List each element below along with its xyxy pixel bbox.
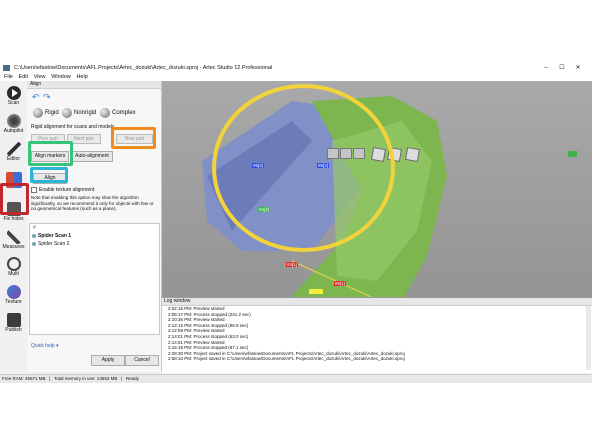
tool-editor-label: Editor [6,156,21,162]
mode-complex[interactable]: Complex [100,108,136,118]
align-subtitle: Rigid alignment for scans and models [31,124,115,130]
align-panel: Align ↶ ↷ Rigid Nonrigid Complex Rigid a… [27,81,162,372]
log-scrollbar[interactable] [586,306,591,370]
status-divider: | [121,376,123,381]
list-header: # [33,225,36,231]
tool-multi-label: Multi [8,271,19,277]
autopilot-icon [6,114,21,128]
menu-edit[interactable]: Edit [19,73,28,81]
tool-publish-label: Publish [5,327,22,333]
menu-help[interactable]: Help [76,73,87,81]
ready-text: Ready [125,376,139,381]
list-item-spider-scan-2[interactable]: Spider Scan 2 [30,240,159,248]
list-item-spider-scan-1[interactable]: Spider Scan 1 [30,232,159,240]
tool-autopilot-label: Autopilot [3,128,24,134]
redo-icon[interactable]: ↷ [43,92,51,103]
tool-fixholes-label: Fix holes [3,216,24,222]
brush-icon [6,142,21,156]
menu-bar: File Edit View Window Help [0,73,592,81]
align-panel-header: Align [27,81,161,89]
tool-multi[interactable]: Multi [1,256,26,283]
cancel-button[interactable]: Cancel [125,355,159,366]
tool-autopilot[interactable]: Autopilot [1,113,26,140]
tool-scan-label: Scan [7,100,20,106]
publish-icon [6,313,21,327]
tool-editor[interactable]: Editor [1,141,26,168]
tool-scan[interactable]: Scan [1,85,26,112]
highlight-new-pair [111,127,156,149]
total-memory-text: Total memory in use: 14653 MB [54,376,118,381]
exit-icon[interactable] [568,151,577,157]
highlight-align-markers [28,141,73,166]
log-window: Log window 2:02:16 PM: Preview started 2… [162,297,592,373]
status-bar: Free RAM: 45571 MB | Total memory in use… [0,374,592,383]
free-ram-text: Free RAM: 45571 MB [2,376,46,381]
mode-nonrigid[interactable]: Nonrigid [62,108,96,118]
auto-alignment-button[interactable]: Auto-alignment [71,151,113,162]
menu-file[interactable]: File [4,73,13,81]
tool-texture-label: Texture [5,299,22,305]
log-window-title: Log window [162,298,592,306]
marker-6-1[interactable]: #6[1] [334,281,347,286]
complex-icon [100,108,110,118]
minimize-button[interactable]: – [538,65,554,71]
tool-measures[interactable]: Measures [1,229,26,256]
note-text: Note that enabling this option may slow … [31,195,154,212]
texture-alignment-checkbox[interactable]: Enable texture alignment [31,187,94,193]
scan-color-icon [32,234,36,238]
mode-complex-label: Complex [112,110,136,116]
rigid-icon [33,108,43,118]
menu-view[interactable]: View [34,73,46,81]
mode-nonrigid-label: Nonrigid [74,110,97,116]
checkbox-icon [31,187,37,193]
scan-name: Spider Scan 2 [38,241,70,247]
mode-rigid-label: Rigid [45,110,59,116]
window-controls: – ☐ ✕ [538,64,586,71]
view-cube-side-icon[interactable] [404,146,421,163]
app-icon [3,65,10,71]
quick-help-link[interactable]: Quick help ▾ [31,343,59,349]
highlight-align-tool [0,183,29,215]
window-title: C:\Users\efastow\Documents\AFL Projects\… [14,65,273,71]
tool-texture[interactable]: Texture [1,284,26,311]
maximize-button[interactable]: ☐ [554,64,570,71]
marker-yellow-a[interactable] [309,289,323,294]
play-icon [6,86,21,100]
texture-icon [6,285,21,299]
highlight-align-button [30,167,68,183]
nonrigid-icon [62,108,72,118]
quick-help-label: Quick help [31,343,55,349]
undo-icon[interactable]: ↶ [32,92,40,103]
scan-name: Spider Scan 1 [38,233,72,239]
left-toolbar: Scan Autopilot Editor Fix holes Measures… [0,81,28,372]
scan-color-icon [32,242,36,246]
artec-studio-window: C:\Users\efastow\Documents\AFL Projects\… [0,64,592,383]
highlight-circle [212,84,395,252]
close-button[interactable]: ✕ [570,64,586,71]
marker-4-1[interactable]: #4[1] [286,262,299,267]
checkbox-label: Enable texture alignment [39,187,95,193]
multi-icon [6,257,21,271]
ruler-icon [6,230,21,244]
menu-window[interactable]: Window [51,73,71,81]
tool-measures-label: Measures [2,244,25,250]
scan-list: # Spider Scan 1 Spider Scan 2 [29,223,160,335]
status-divider: | [49,376,51,381]
tool-publish[interactable]: Publish [1,312,26,339]
mode-rigid[interactable]: Rigid [33,108,59,118]
apply-button[interactable]: Apply [91,355,125,366]
log-line: 2:58:10 PM: Project saved in C:\Users\ef… [168,356,405,362]
